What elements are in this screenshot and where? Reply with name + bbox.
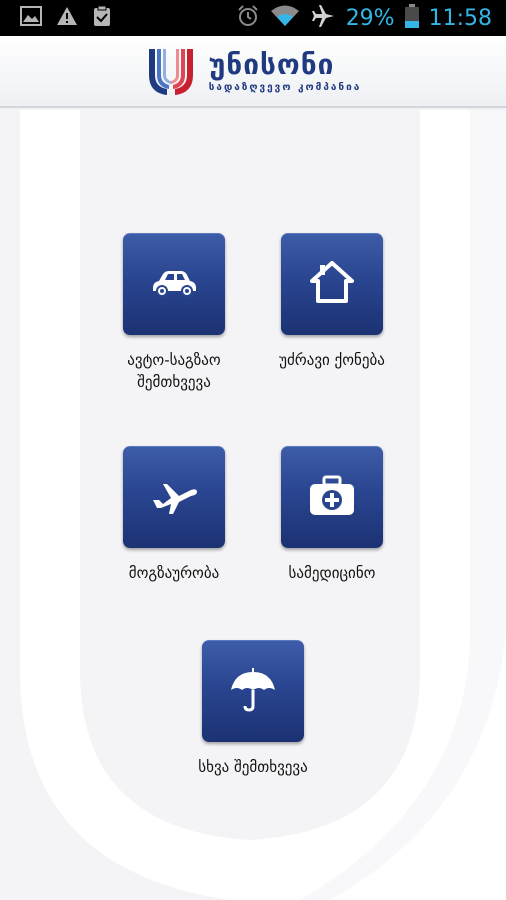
real-estate-label: უძრავი ქონება <box>279 351 385 369</box>
clipboard-icon <box>92 5 112 31</box>
logo-subtitle: სადაზღვევო კომპანია <box>208 81 362 93</box>
logo-title: უნისონი <box>208 47 335 81</box>
warning-icon <box>56 6 78 30</box>
main-menu: ავტო-საგზაო შემთხვევა უძრავი ქონება მოგზ… <box>0 110 506 900</box>
airplane-icon <box>149 476 199 520</box>
other-label: სხვა შემთხვევა <box>198 758 308 776</box>
medical-label: სამედიცინო <box>288 564 376 582</box>
auto-accident-label: ავტო-საგზაო შემთხვევა <box>127 351 221 391</box>
image-icon <box>20 6 42 30</box>
system-icons: 29% 11:58 <box>236 0 492 36</box>
battery-icon <box>404 4 419 32</box>
status-bar: 29% 11:58 <box>0 0 506 36</box>
other-button[interactable] <box>202 640 304 742</box>
medical-kit-icon <box>308 475 356 521</box>
tile-auto-accident[interactable]: ავტო-საგზაო შემთხვევა <box>94 233 254 393</box>
wifi-icon <box>270 4 300 32</box>
app-header: უნისონი სადაზღვევო კომპანია <box>0 36 506 108</box>
tile-medical[interactable]: სამედიცინო <box>252 446 412 584</box>
umbrella-icon <box>229 666 277 718</box>
auto-accident-button[interactable] <box>123 233 225 335</box>
logo-wordmark: უნისონი სადაზღვევო კომპანია <box>208 47 362 93</box>
travel-button[interactable] <box>123 446 225 548</box>
tile-other[interactable]: სხვა შემთხვევა <box>173 640 333 778</box>
tile-travel[interactable]: მოგზაურობა <box>94 446 254 584</box>
car-icon <box>149 268 199 302</box>
tile-real-estate[interactable]: უძრავი ქონება <box>252 233 412 371</box>
airplane-mode-icon <box>310 3 336 33</box>
unison-logo-icon <box>145 45 197 97</box>
real-estate-button[interactable] <box>281 233 383 335</box>
house-icon <box>308 259 356 311</box>
clock: 11:58 <box>428 5 492 31</box>
notification-icons <box>0 5 112 31</box>
medical-button[interactable] <box>281 446 383 548</box>
battery-percent: 29% <box>345 5 395 31</box>
travel-label: მოგზაურობა <box>128 564 220 582</box>
alarm-icon <box>236 4 260 32</box>
